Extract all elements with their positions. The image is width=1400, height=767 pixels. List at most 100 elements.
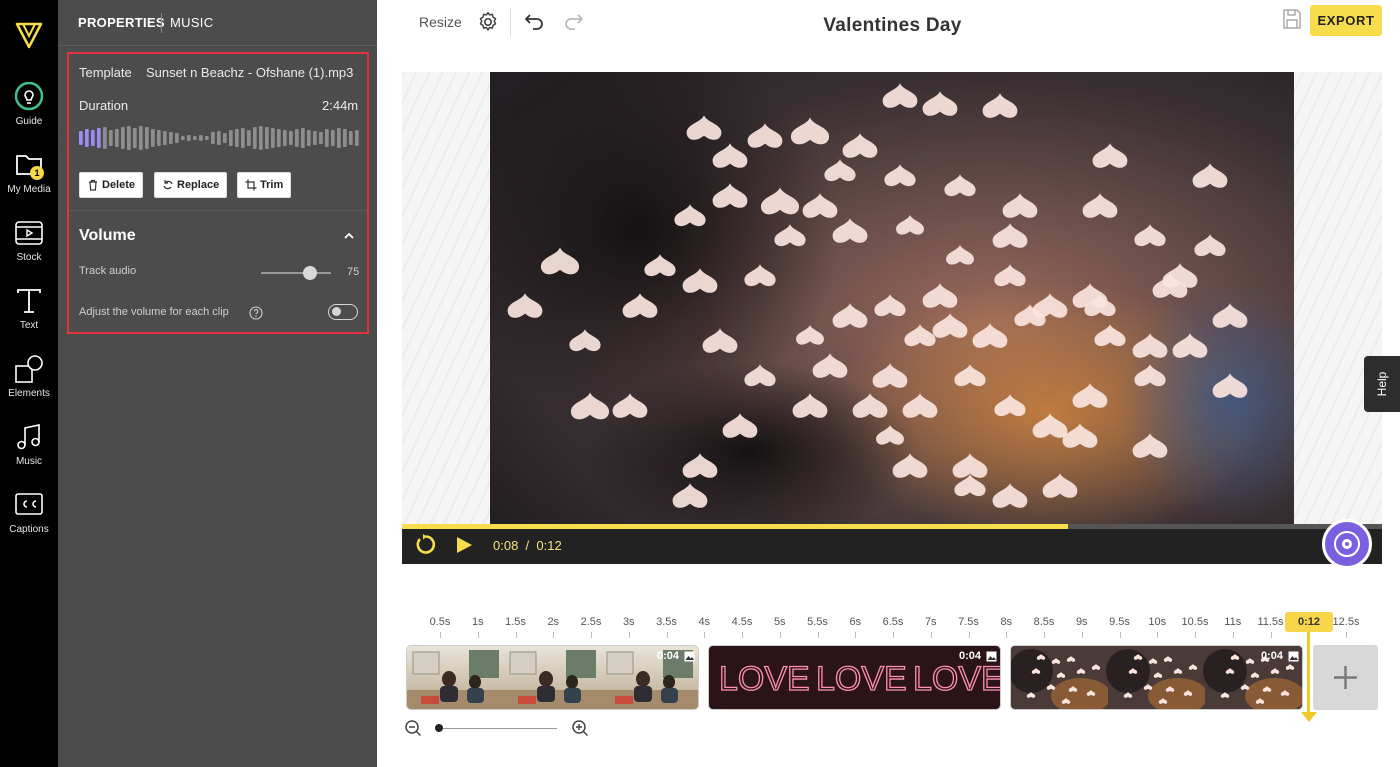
ruler-tick: [704, 632, 706, 638]
audio-waveform[interactable]: [79, 124, 361, 152]
waveform-bar: [223, 133, 227, 143]
ruler-tick: [1006, 632, 1008, 638]
ruler-tick: [1346, 632, 1347, 638]
play-icon[interactable]: [454, 535, 474, 555]
shapes-icon: [15, 355, 43, 383]
lightbulb-icon: [14, 82, 44, 111]
ruler-tick-label: 3s: [622, 616, 635, 628]
trim-button[interactable]: Trim: [237, 172, 292, 198]
waveform-bar: [187, 135, 191, 141]
music-disc-button[interactable]: [1322, 519, 1372, 569]
waveform-bar: [163, 131, 167, 145]
ruler-tick: [477, 632, 479, 638]
rail-label-my-media: My Media: [7, 184, 51, 195]
ruler-tick-label: 12.5s: [1332, 616, 1360, 628]
neon-love-sign: LOVE: [719, 660, 810, 698]
video-preview[interactable]: [490, 72, 1294, 526]
rail-item-captions[interactable]: Captions: [0, 490, 58, 550]
hearts-frame: [1106, 646, 1208, 709]
waveform-bar: [127, 126, 131, 150]
template-label: Template: [79, 65, 132, 80]
trash-icon: [89, 179, 97, 191]
ruler-tick: [553, 632, 555, 638]
rail-item-elements[interactable]: Elements: [0, 354, 58, 414]
ruler-tick: [893, 632, 894, 638]
save-icon[interactable]: [1280, 7, 1304, 31]
time-readout: 0:08 / 0:12: [493, 538, 562, 553]
waveform-bar: [325, 129, 329, 147]
crop-icon: [245, 179, 257, 191]
ruler-tick-label: 8s: [1000, 616, 1013, 628]
waveform-bar: [211, 132, 215, 144]
ruler-tick: [515, 632, 517, 638]
waveform-bar: [241, 128, 245, 148]
playhead-marker[interactable]: [1301, 712, 1317, 722]
music-note-icon: [17, 424, 40, 450]
chevron-up-icon[interactable]: [343, 230, 355, 242]
template-value: Sunset n Beachz - Ofshane (1).mp3: [146, 65, 354, 80]
rail-item-my-media[interactable]: 1 My Media: [0, 150, 58, 210]
people-frame: [504, 646, 601, 709]
bokeh-hearts-image: [490, 72, 1294, 526]
current-time: 0:08: [493, 538, 519, 553]
ruler-tick: [1119, 632, 1121, 638]
replace-button[interactable]: Replace: [154, 172, 228, 198]
ruler-tick: [1232, 632, 1234, 638]
toggle-knob: [332, 307, 341, 316]
timeline-clip-3[interactable]: 0:04: [1010, 645, 1303, 710]
ruler-tick-label: 10.5s: [1181, 616, 1209, 628]
waveform-bar: [295, 129, 299, 147]
clip-2-duration: 0:04: [959, 650, 982, 662]
playhead-time[interactable]: 0:12: [1285, 612, 1333, 632]
export-button[interactable]: EXPORT: [1310, 5, 1382, 36]
ruler-tick: [1081, 632, 1083, 638]
ruler-tick-label: 10s: [1148, 616, 1167, 628]
delete-button[interactable]: Delete: [79, 172, 144, 198]
rail-item-guide[interactable]: Guide: [0, 82, 58, 142]
ruler-tick-label: 4.5s: [731, 616, 753, 628]
ruler-tick-label: 7s: [924, 616, 937, 628]
waveform-bar: [355, 130, 359, 146]
zoom-in-icon[interactable]: [571, 719, 589, 737]
waveform-bar: [151, 129, 155, 147]
playhead-line[interactable]: [1307, 632, 1310, 714]
waveform-bar: [247, 130, 251, 146]
ruler-tick-label: 2s: [547, 616, 560, 628]
ruler-tick: [1270, 632, 1272, 638]
waveform-bar: [103, 127, 107, 149]
zoom-out-icon[interactable]: [404, 719, 422, 737]
timeline-clip-2[interactable]: LOVE LOVE LOVE 0:04: [708, 645, 1001, 710]
clip-3-duration: 0:04: [1261, 650, 1284, 662]
adjust-volume-label: Adjust the volume for each clip: [79, 306, 229, 318]
help-tab[interactable]: Help: [1364, 356, 1400, 412]
rail-label-text: Text: [19, 320, 39, 331]
duration-label: Duration: [79, 98, 129, 113]
player-controls: 0:08 / 0:12: [402, 524, 1382, 564]
per-clip-volume-toggle[interactable]: [328, 304, 358, 320]
waveform-bar: [337, 128, 341, 148]
time-separator: /: [525, 538, 530, 553]
track-audio-slider[interactable]: [261, 272, 331, 274]
waveform-bar: [253, 127, 257, 149]
add-clip-button[interactable]: [1313, 645, 1378, 710]
ruler-tick-label: 11s: [1224, 616, 1242, 628]
zoom-slider[interactable]: [437, 728, 557, 729]
waveform-bar: [109, 130, 113, 146]
rail-item-music[interactable]: Music: [0, 422, 58, 482]
zoom-slider-handle[interactable]: [435, 724, 443, 732]
total-time: 0:12: [536, 538, 562, 553]
timeline-clip-1[interactable]: 0:04: [406, 645, 699, 710]
track-audio-slider-handle[interactable]: [303, 266, 317, 280]
replay-icon[interactable]: [415, 534, 437, 556]
waveform-bar: [343, 129, 347, 147]
rail-item-stock[interactable]: Stock: [0, 218, 58, 278]
waveform-bar: [331, 130, 335, 146]
waveform-bar: [169, 132, 173, 144]
replace-label: Replace: [177, 179, 220, 191]
rail-item-text[interactable]: Text: [0, 286, 58, 346]
waveform-bar: [301, 128, 305, 148]
ruler-tick-label: 5.5s: [807, 616, 828, 628]
project-title[interactable]: Valentines Day: [0, 15, 1400, 37]
help-circle-icon[interactable]: [249, 306, 263, 320]
ruler-tick: [779, 632, 781, 638]
